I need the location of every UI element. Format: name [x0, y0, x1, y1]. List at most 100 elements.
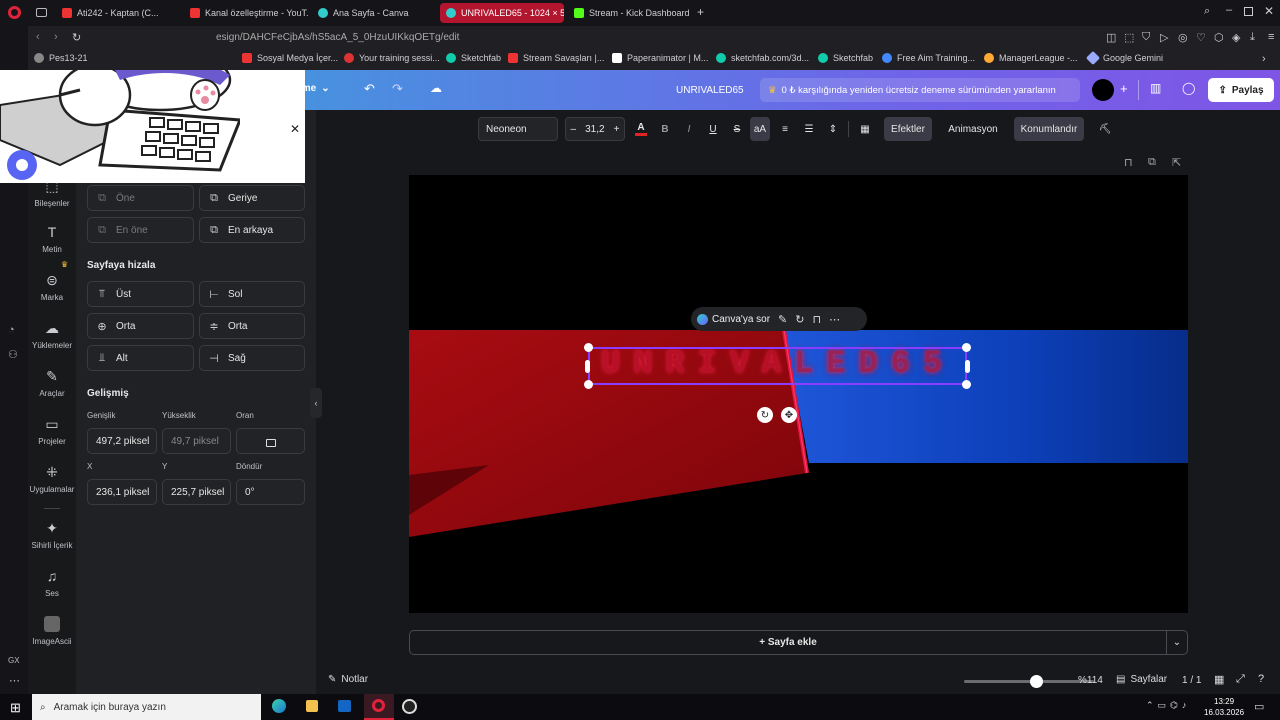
rotate-field[interactable]: 0° — [236, 479, 305, 505]
plus-icon[interactable]: + — [697, 5, 704, 19]
taskbar-search[interactable]: ⌕ Aramak için buraya yazın — [32, 694, 261, 720]
grid-view-icon[interactable]: ▦ — [1214, 673, 1224, 686]
copy-style-button[interactable]: ⛏ — [1094, 117, 1116, 141]
nav-apps[interactable]: ⁜ Uygulamalar — [28, 464, 76, 494]
add-page-button[interactable]: + Sayfa ekle — [409, 630, 1167, 655]
zoom-slider[interactable] — [964, 675, 1094, 688]
notifications-icon[interactable]: ▭ — [1254, 700, 1264, 713]
backward-button[interactable]: ⧉ Geriye — [199, 185, 305, 211]
snapshot-icon[interactable]: ◎ — [1178, 31, 1188, 44]
plus-icon[interactable]: + — [614, 124, 620, 135]
bookmark-item[interactable]: Sketchfab — [818, 53, 873, 63]
notes-button[interactable]: ✎ Notlar — [328, 674, 368, 685]
rotate-handle-icon[interactable]: ↻ — [757, 407, 773, 423]
nav-tools[interactable]: ✎ Araçlar — [28, 368, 76, 398]
nav-brand[interactable]: ⊜ Marka — [28, 272, 76, 302]
resize-handle[interactable] — [584, 343, 593, 352]
player-icon[interactable]: ▷ — [1160, 31, 1168, 44]
reload-icon[interactable]: ↻ — [72, 31, 81, 44]
add-collaborator-icon[interactable]: + — [1120, 81, 1128, 96]
zoom-slider-thumb[interactable] — [1029, 675, 1043, 688]
side-handle[interactable] — [585, 360, 590, 373]
resize-handle[interactable] — [962, 343, 971, 352]
browser-tab-active[interactable]: UNRIVALED65 - 1024 × 5... — [440, 3, 564, 23]
cloud-save-icon[interactable]: ☁ — [430, 81, 442, 95]
design-canvas[interactable]: UNRIVALED65 ↻ ✥ Canva'ya sor ✎ ↻ ⊓ ⋯ — [409, 175, 1188, 613]
italic-button[interactable]: I — [678, 117, 700, 141]
align-right-button[interactable]: ⊣ Sağ — [199, 345, 305, 371]
to-back-button[interactable]: ⧉ En arkaya — [199, 217, 305, 243]
back-icon[interactable]: ‹ — [36, 31, 40, 43]
nav-audio[interactable]: ♫ Ses — [28, 568, 76, 598]
forward-icon[interactable]: › — [54, 31, 58, 43]
help-icon[interactable]: ? — [1258, 673, 1264, 685]
align-left-button[interactable]: ⊢ Sol — [199, 281, 305, 307]
aria-icon[interactable]: ◔ — [8, 324, 15, 336]
minimize-icon[interactable]: – — [1226, 4, 1232, 16]
download-icon[interactable]: ⤓ — [1250, 31, 1255, 44]
bookmark-item[interactable]: Free Aim Training... — [882, 53, 975, 63]
align-bottom-button[interactable]: ⫫ Alt — [87, 345, 194, 371]
heart-icon[interactable]: ♡ — [1196, 31, 1206, 44]
tray-icons[interactable]: ⌃▭⌬♪ — [1146, 700, 1190, 711]
add-page-icon[interactable]: ⇱ — [1172, 156, 1181, 169]
url-text[interactable]: esign/DAHCFeCjbAs/hS5acA_5_0HzuUIKkqOETg… — [216, 32, 459, 43]
opera-logo-icon[interactable] — [8, 6, 21, 19]
list-button[interactable]: ☰ — [798, 117, 820, 141]
case-button[interactable]: aA — [750, 117, 770, 141]
menu-icon[interactable]: ≡ — [1268, 31, 1274, 43]
align-center-button[interactable]: ≑ Orta — [199, 313, 305, 339]
redo-icon[interactable]: ↷ — [392, 81, 403, 97]
magic-edit-icon[interactable]: ✎ — [778, 313, 787, 326]
resize-handle[interactable] — [962, 380, 971, 389]
height-field[interactable]: 49,7 piksel — [162, 428, 231, 454]
extensions-icon[interactable]: ⬡ — [1214, 31, 1224, 44]
insights-icon[interactable]: ▥ — [1150, 81, 1161, 95]
bookmark-item[interactable]: sketchfab.com/3d... — [716, 53, 809, 63]
bookmark-page-icon[interactable]: ◫ — [1106, 31, 1116, 44]
more-options-icon[interactable]: ⋯ — [829, 313, 840, 326]
ask-canva-button[interactable]: Canva'ya sor — [697, 313, 770, 325]
position-button[interactable]: Konumlandır — [1014, 117, 1084, 141]
store-icon[interactable] — [306, 700, 318, 712]
close-icon[interactable]: ✕ — [1264, 4, 1274, 18]
more-icon[interactable]: ⋯ — [9, 674, 20, 687]
add-page-options-button[interactable]: ⌄ — [1166, 630, 1188, 655]
bookmark-item[interactable]: ManagerLeague -... — [984, 53, 1078, 63]
maximize-icon[interactable] — [1244, 7, 1253, 16]
resize-handle[interactable] — [584, 380, 593, 389]
pages-button[interactable]: ▤ Sayfalar — [1116, 674, 1167, 685]
share-button[interactable]: ⇪ Paylaş — [1208, 78, 1274, 102]
strikethrough-button[interactable]: S — [726, 117, 748, 141]
font-size-stepper[interactable]: – 31,2 + — [565, 117, 625, 141]
zoom-level[interactable]: %114 — [1078, 675, 1103, 686]
lock-page-icon[interactable]: ⊓ — [1124, 156, 1133, 169]
selection-box[interactable] — [588, 347, 967, 385]
text-color-button[interactable]: A — [630, 117, 652, 141]
align-middle-button[interactable]: ⊕ Orta — [87, 313, 194, 339]
ai-icon[interactable]: ⚇ — [8, 348, 18, 361]
workspaces-icon[interactable] — [36, 8, 47, 17]
browser-tab[interactable]: Stream - Kick Dashboard — [568, 3, 692, 23]
lock-element-icon[interactable]: ⊓ — [812, 313, 821, 326]
bold-button[interactable]: B — [654, 117, 676, 141]
opera-taskbar-item[interactable] — [364, 694, 394, 720]
bookmark-item[interactable]: Google Gemini — [1085, 50, 1163, 66]
obs-icon[interactable] — [402, 699, 417, 714]
clock-time[interactable]: 13:29 — [1214, 697, 1234, 706]
comment-icon[interactable]: ◯ — [1182, 81, 1195, 95]
comment-add-icon[interactable]: ↻ — [795, 313, 804, 326]
bookmark-item[interactable]: Paperanimator | M... — [612, 53, 708, 63]
undo-icon[interactable]: ↶ — [364, 81, 375, 97]
cube-icon[interactable]: ◈ — [1232, 31, 1240, 44]
bookmark-item[interactable]: Your training sessi... — [344, 53, 440, 63]
nav-uploads[interactable]: ☁ Yüklemeler — [28, 320, 76, 350]
spacing-button[interactable]: ⇕ — [822, 117, 844, 141]
move-handle-icon[interactable]: ✥ — [781, 407, 797, 423]
nav-projects[interactable]: ▭ Projeler — [28, 416, 76, 446]
to-front-button[interactable]: ⧉ En öne — [87, 217, 194, 243]
collapse-panel-handle[interactable]: ‹ — [310, 388, 322, 418]
nav-imageascii[interactable]: ImageAscii — [28, 616, 76, 646]
browser-tab[interactable]: Ati242 - Kaptan (C... — [56, 3, 178, 23]
bookmark-item[interactable]: Sosyal Medya İçer... — [242, 53, 338, 63]
